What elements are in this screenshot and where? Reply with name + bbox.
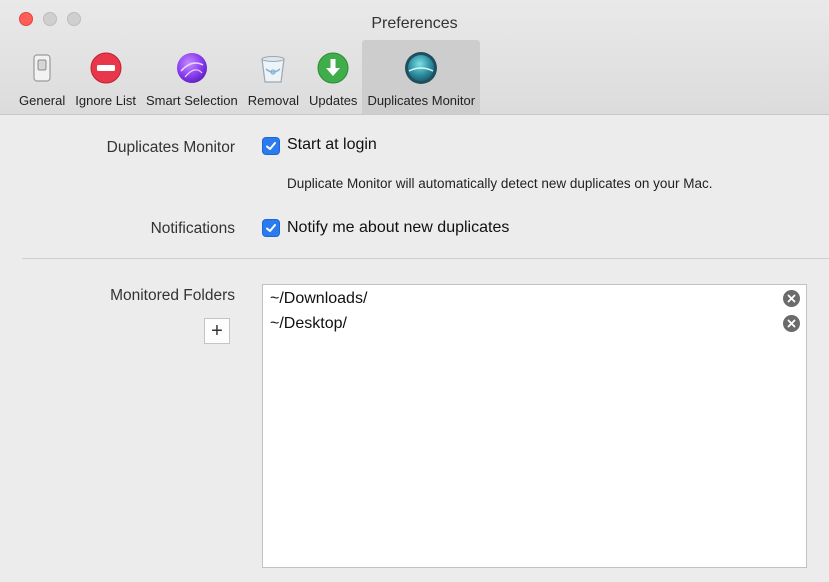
list-item[interactable]: ~/Downloads/ [263,285,806,310]
tab-removal[interactable]: Removal [243,40,304,114]
tab-label: Removal [247,93,300,108]
section-divider [22,258,829,259]
title-bar: Preferences General Ignore List Smart Se… [0,0,829,115]
folder-path: ~/Downloads/ [270,290,368,307]
tab-label: Ignore List [75,93,136,108]
close-icon [787,294,796,303]
download-arrow-icon [316,51,350,85]
smart-orb-icon [175,51,209,85]
remove-folder-button[interactable] [783,315,800,332]
remove-folder-button[interactable] [783,290,800,307]
window-title: Preferences [371,15,458,32]
list-item[interactable]: ~/Desktop/ [263,310,806,335]
monitored-folders-label: Monitored Folders [110,287,235,304]
preferences-toolbar: General Ignore List Smart Selection Remo… [14,40,481,114]
tab-duplicates-monitor[interactable]: Duplicates Monitor [362,40,481,114]
trash-icon [256,51,290,85]
notify-new-duplicates-label[interactable]: Notify me about new duplicates [287,219,509,237]
duplicates-monitor-description: Duplicate Monitor will automatically det… [287,176,713,191]
monitored-folders-list[interactable]: ~/Downloads/ ~/Desktop/ [262,284,807,568]
tab-smart-selection[interactable]: Smart Selection [141,40,243,114]
preferences-window: Preferences General Ignore List Smart Se… [0,0,829,582]
duplicates-monitor-label: Duplicates Monitor [106,139,235,156]
tab-label: Smart Selection [145,93,238,108]
no-entry-icon [89,51,123,85]
notify-new-duplicates-checkbox[interactable] [262,219,280,237]
monitor-globe-icon [404,51,438,85]
close-icon [787,319,796,328]
start-at-login-label[interactable]: Start at login [287,136,377,154]
notifications-label: Notifications [150,220,235,237]
start-at-login-checkbox[interactable] [262,137,280,155]
folder-path: ~/Desktop/ [270,315,347,332]
checkmark-icon [266,142,276,150]
switch-icon [25,51,59,85]
tab-ignore-list[interactable]: Ignore List [70,40,141,114]
tab-label: Duplicates Monitor [367,93,476,108]
tab-general[interactable]: General [14,40,70,114]
tab-updates[interactable]: Updates [304,40,362,114]
tab-label: General [19,93,66,108]
add-folder-button[interactable]: + [204,318,230,344]
tab-label: Updates [309,93,358,108]
checkmark-icon [266,224,276,232]
